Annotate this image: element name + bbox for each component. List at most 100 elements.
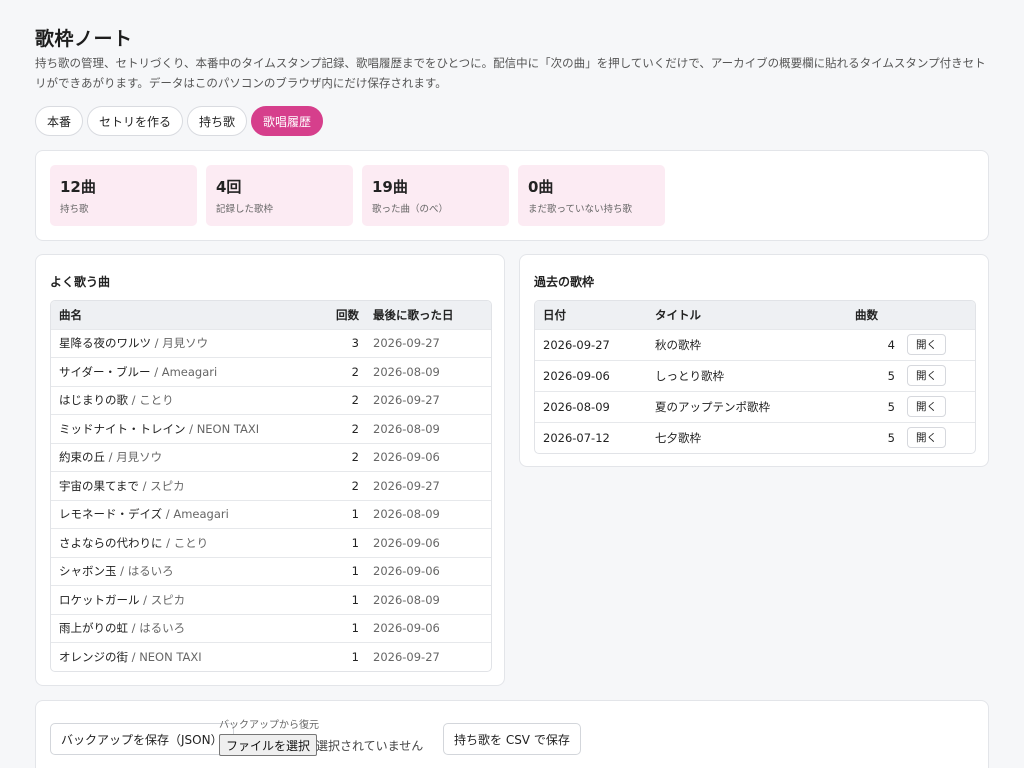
song-cell: シャボン玉 / はるいろ <box>51 556 325 586</box>
song-title: さよならの代わりに <box>59 535 163 550</box>
last-sung-date: 2026-08-09 <box>359 414 491 443</box>
table-row: はじまりの歌 / ことり 2 2026-09-27 <box>51 385 491 415</box>
last-sung-date: 2026-08-09 <box>359 499 491 529</box>
separator: / <box>150 364 162 379</box>
panel-title: よく歌う曲 <box>50 275 111 289</box>
backup-panel: バックアップを保存（JSON） バックアップから復元 ファイルを選択 選択されて… <box>35 700 989 768</box>
open-stream-button[interactable]: 開く <box>907 396 946 417</box>
past-streams-table-wrap: 日付 タイトル 曲数 2026-09-27 秋の歌枠 4 開く 2026-09-06 しっ… <box>534 300 976 454</box>
tab-setlist[interactable]: セトリを作る <box>87 106 184 136</box>
choose-file-button[interactable]: ファイルを選択 <box>219 734 318 756</box>
song-cell: サイダー・ブルー / Ameagari <box>51 357 325 386</box>
past-streams-panel: 過去の歌枠 日付 タイトル 曲数 2026-09-27 秋の歌枠 4 開く 2026-0… <box>519 254 989 467</box>
sing-count: 1 <box>325 556 359 586</box>
separator: / <box>185 421 197 436</box>
action-cell: 開く <box>895 359 975 391</box>
song-title: シャボン玉 <box>59 564 117 579</box>
stat-value: 19曲 <box>372 178 408 196</box>
col-header-count: 回数 <box>325 301 359 329</box>
col-header-title: タイトル <box>655 301 855 329</box>
past-streams-table: 日付 タイトル 曲数 2026-09-27 秋の歌枠 4 開く 2026-09-06 しっ… <box>535 301 975 453</box>
song-title: 約束の丘 <box>59 450 105 465</box>
table-row: 2026-09-06 しっとり歌枠 5 開く <box>535 359 975 391</box>
song-artist: NEON TAXI <box>196 421 260 436</box>
frequent-songs-table: 曲名 回数 最後に歌った日 星降る夜のワルツ / 月見ソウ 3 2026-09-27… <box>51 301 491 671</box>
last-sung-date: 2026-09-06 <box>359 556 491 586</box>
table-row: オレンジの街 / NEON TAXI 1 2026-09-27 <box>51 642 491 671</box>
table-row: シャボン玉 / はるいろ 1 2026-09-06 <box>51 556 491 586</box>
sing-count: 1 <box>325 499 359 529</box>
stats-panel: 12曲 持ち歌 4回 記録した歌枠 19曲 歌った曲（のべ） 0曲 まだ歌ってい… <box>35 150 989 241</box>
separator: / <box>128 650 140 664</box>
song-artist: はるいろ <box>139 621 186 636</box>
stat-repertoire: 12曲 持ち歌 <box>50 165 197 226</box>
stream-title: 秋の歌枠 <box>655 328 855 360</box>
stream-title: 七夕歌枠 <box>655 421 855 453</box>
last-sung-date: 2026-09-27 <box>359 471 491 500</box>
separator: / <box>138 478 151 493</box>
stat-label: 記録した歌枠 <box>216 204 274 215</box>
table-row: レモネード・デイズ / Ameagari 1 2026-08-09 <box>51 499 491 529</box>
col-header-song: 曲名 <box>51 301 325 329</box>
sing-count: 2 <box>325 357 359 386</box>
sing-count: 1 <box>325 528 359 557</box>
col-header-action <box>895 301 975 329</box>
song-artist: スピカ <box>150 478 185 493</box>
last-sung-date: 2026-09-27 <box>359 328 491 358</box>
song-cell: さよならの代わりに / ことり <box>51 528 325 557</box>
table-row: 宇宙の果てまで / スピカ 2 2026-09-27 <box>51 471 491 500</box>
col-header-count: 曲数 <box>855 301 895 329</box>
stream-title: 夏のアップテンポ歌枠 <box>655 390 855 422</box>
table-header-row: 曲名 回数 最後に歌った日 <box>51 301 491 329</box>
stat-value: 4回 <box>216 178 242 196</box>
action-cell: 開く <box>895 390 975 422</box>
sing-count: 1 <box>325 613 359 643</box>
last-sung-date: 2026-09-06 <box>359 442 491 472</box>
last-sung-date: 2026-09-06 <box>359 528 491 557</box>
app-description: 持ち歌の管理、セトリづくり、本番中のタイムスタンプ記録、歌唱履歴までをひとつに。… <box>35 56 986 90</box>
stat-streams: 4回 記録した歌枠 <box>206 165 353 226</box>
table-row: ロケットガール / スピカ 1 2026-08-09 <box>51 585 491 614</box>
song-cell: 星降る夜のワルツ / 月見ソウ <box>51 328 325 358</box>
panel-title: 過去の歌枠 <box>534 275 595 289</box>
separator: / <box>162 535 174 550</box>
song-title: サイダー・ブルー <box>59 364 151 379</box>
open-stream-button[interactable]: 開く <box>907 334 946 355</box>
song-cell: 宇宙の果てまで / スピカ <box>51 471 325 500</box>
table-row: 雨上がりの虹 / はるいろ 1 2026-09-06 <box>51 613 491 643</box>
song-title: 雨上がりの虹 <box>59 621 128 636</box>
song-title: レモネード・デイズ <box>59 507 163 522</box>
frequent-songs-table-wrap: 曲名 回数 最後に歌った日 星降る夜のワルツ / 月見ソウ 3 2026-09-27… <box>50 300 492 672</box>
stream-song-count: 4 <box>855 328 895 360</box>
separator: / <box>105 450 117 465</box>
save-backup-json-button[interactable]: バックアップを保存（JSON） <box>50 723 234 755</box>
export-csv-button[interactable]: 持ち歌を CSV で保存 <box>443 723 581 755</box>
tab-history[interactable]: 歌唱履歴 <box>251 106 324 136</box>
separator: / <box>162 507 174 522</box>
table-row: 2026-09-27 秋の歌枠 4 開く <box>535 328 975 360</box>
table-row: サイダー・ブルー / Ameagari 2 2026-08-09 <box>51 357 491 386</box>
song-title: ロケットガール <box>59 592 140 607</box>
frequent-songs-panel: よく歌う曲 曲名 回数 最後に歌った日 星降る夜のワルツ / 月見ソウ 3 2026… <box>35 254 505 686</box>
app-title: 歌枠ノート <box>35 28 133 50</box>
song-cell: オレンジの街 / NEON TAXI <box>51 642 325 671</box>
open-stream-button[interactable]: 開く <box>907 427 946 449</box>
separator: / <box>139 592 151 607</box>
tab-repertoire[interactable]: 持ち歌 <box>187 106 248 136</box>
open-stream-button[interactable]: 開く <box>907 365 946 386</box>
song-cell: ロケットガール / スピカ <box>51 585 325 614</box>
stat-unsung: 0曲 まだ歌っていない持ち歌 <box>518 165 665 226</box>
song-title: 星降る夜のワルツ <box>59 336 151 351</box>
table-header-row: 日付 タイトル 曲数 <box>535 301 975 329</box>
stream-title: しっとり歌枠 <box>655 359 855 391</box>
sing-count: 1 <box>325 642 359 671</box>
stat-label: 歌った曲（のべ） <box>372 204 449 215</box>
last-sung-date: 2026-09-06 <box>359 613 491 643</box>
tab-live[interactable]: 本番 <box>35 106 84 136</box>
song-artist: 月見ソウ <box>116 450 163 465</box>
action-cell: 開く <box>895 328 975 360</box>
last-sung-date: 2026-09-27 <box>359 385 491 415</box>
stat-label: まだ歌っていない持ち歌 <box>528 204 633 215</box>
stream-date: 2026-09-06 <box>535 359 655 391</box>
stream-date: 2026-08-09 <box>535 390 655 422</box>
